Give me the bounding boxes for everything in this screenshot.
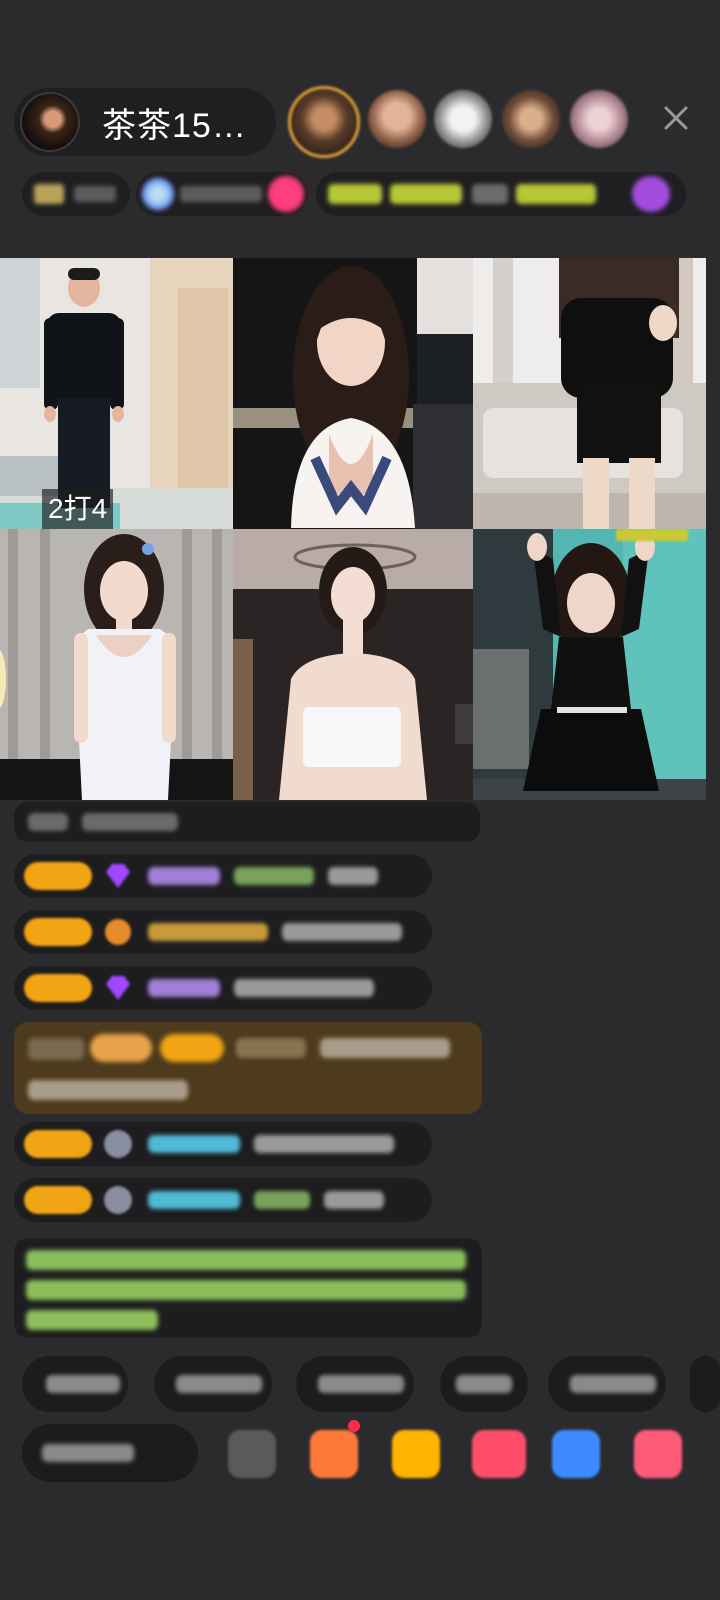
event-chip[interactable]	[316, 172, 686, 216]
multi-guest-video-grid: 2打4	[0, 258, 706, 800]
pk-mode-label: 2打4	[42, 489, 114, 529]
featured-tag-2	[90, 1034, 152, 1062]
popularity-value	[74, 186, 116, 202]
popularity-chip[interactable]	[22, 172, 130, 216]
video-tile-4[interactable]	[0, 529, 233, 800]
top-viewer-avatar-2[interactable]	[368, 90, 426, 148]
user-avatar-icon	[102, 1184, 134, 1216]
quick-reply-2[interactable]	[154, 1356, 272, 1412]
close-icon[interactable]	[658, 100, 694, 136]
ranking-heart-icon	[268, 176, 304, 212]
chat-text	[282, 923, 402, 941]
featured-text-2	[28, 1080, 188, 1100]
user-level-badge	[24, 862, 92, 890]
video-tile-5[interactable]	[233, 529, 473, 800]
featured-level-badge	[160, 1034, 224, 1062]
chat-message-featured[interactable]	[14, 1022, 482, 1114]
chat-message-system	[14, 802, 480, 842]
host-info-pill[interactable]: 茶茶15…	[14, 88, 276, 156]
quick-reply-4-text	[456, 1375, 512, 1393]
chat-input-placeholder	[42, 1444, 134, 1462]
chat-text	[328, 867, 378, 885]
interaction-icon[interactable]	[472, 1430, 526, 1478]
notice-line-1	[26, 1250, 466, 1270]
chat-system-text-1	[28, 813, 68, 831]
system-notice	[14, 1238, 482, 1338]
chat-username	[148, 1191, 240, 1209]
host-name: 茶茶15…	[102, 106, 247, 145]
host-avatar[interactable]	[20, 92, 80, 152]
ranking-icon	[142, 178, 174, 210]
notification-dot	[348, 1420, 360, 1432]
chat-input-button[interactable]	[22, 1424, 198, 1482]
chat-username	[148, 867, 220, 885]
fan-club-icon	[102, 916, 134, 948]
popularity-icon	[34, 184, 64, 204]
user-level-badge	[24, 918, 92, 946]
video-tile-2[interactable]	[233, 258, 473, 529]
chat-message-3[interactable]	[14, 966, 432, 1010]
tile-status-tag	[616, 529, 688, 541]
user-level-badge	[24, 974, 92, 1002]
top-viewer-avatar-1[interactable]	[288, 86, 360, 158]
quick-reply-3[interactable]	[296, 1356, 414, 1412]
top-viewer-avatar-5[interactable]	[570, 90, 628, 148]
event-more-icon	[632, 176, 670, 212]
top-viewer-avatar-3[interactable]	[434, 90, 492, 148]
ranking-chip[interactable]	[136, 172, 308, 216]
emoji-icon[interactable]	[228, 1430, 276, 1478]
chat-text	[254, 1135, 394, 1153]
message-icon[interactable]	[552, 1430, 600, 1478]
quick-reply-1[interactable]	[22, 1356, 128, 1412]
featured-tag-1	[28, 1038, 84, 1060]
featured-text-1	[320, 1038, 450, 1058]
event-tag-3	[472, 184, 508, 204]
user-level-badge	[24, 1130, 92, 1158]
featured-username	[236, 1038, 306, 1058]
chat-system-text-2	[82, 813, 178, 831]
chat-target	[234, 867, 314, 885]
quick-reply-6[interactable]	[690, 1356, 720, 1412]
chat-message-5[interactable]	[14, 1178, 432, 1222]
notice-line-2	[26, 1280, 466, 1300]
quick-reply-4[interactable]	[440, 1356, 528, 1412]
chat-target	[254, 1191, 310, 1209]
top-viewer-avatar-4[interactable]	[502, 90, 560, 148]
quick-reply-1-text	[46, 1375, 120, 1393]
notice-line-3	[26, 1310, 158, 1330]
shop-bag-icon[interactable]	[392, 1430, 440, 1478]
diamond-icon	[102, 860, 134, 892]
chat-message-2[interactable]	[14, 910, 432, 954]
chat-username	[148, 923, 268, 941]
video-tile-3[interactable]	[473, 258, 706, 529]
chat-text	[234, 979, 374, 997]
ranking-text	[180, 186, 262, 202]
video-tile-6[interactable]	[473, 529, 706, 800]
video-tile-1[interactable]: 2打4	[0, 258, 233, 529]
event-tag-4	[516, 184, 596, 204]
diamond-icon	[102, 972, 134, 1004]
quick-reply-5-text	[570, 1375, 656, 1393]
event-tag-2	[390, 184, 462, 204]
chat-message-1[interactable]	[14, 854, 432, 898]
gift-box-icon[interactable]	[310, 1430, 358, 1478]
chat-message-4[interactable]	[14, 1122, 432, 1166]
quick-reply-5[interactable]	[548, 1356, 666, 1412]
user-avatar-icon	[102, 1128, 134, 1160]
chat-text	[324, 1191, 384, 1209]
event-tag-1	[328, 184, 382, 204]
chat-username	[148, 979, 220, 997]
user-level-badge	[24, 1186, 92, 1214]
chat-username	[148, 1135, 240, 1153]
gift-icon[interactable]	[634, 1430, 682, 1478]
quick-reply-2-text	[176, 1375, 262, 1393]
quick-reply-3-text	[318, 1375, 404, 1393]
